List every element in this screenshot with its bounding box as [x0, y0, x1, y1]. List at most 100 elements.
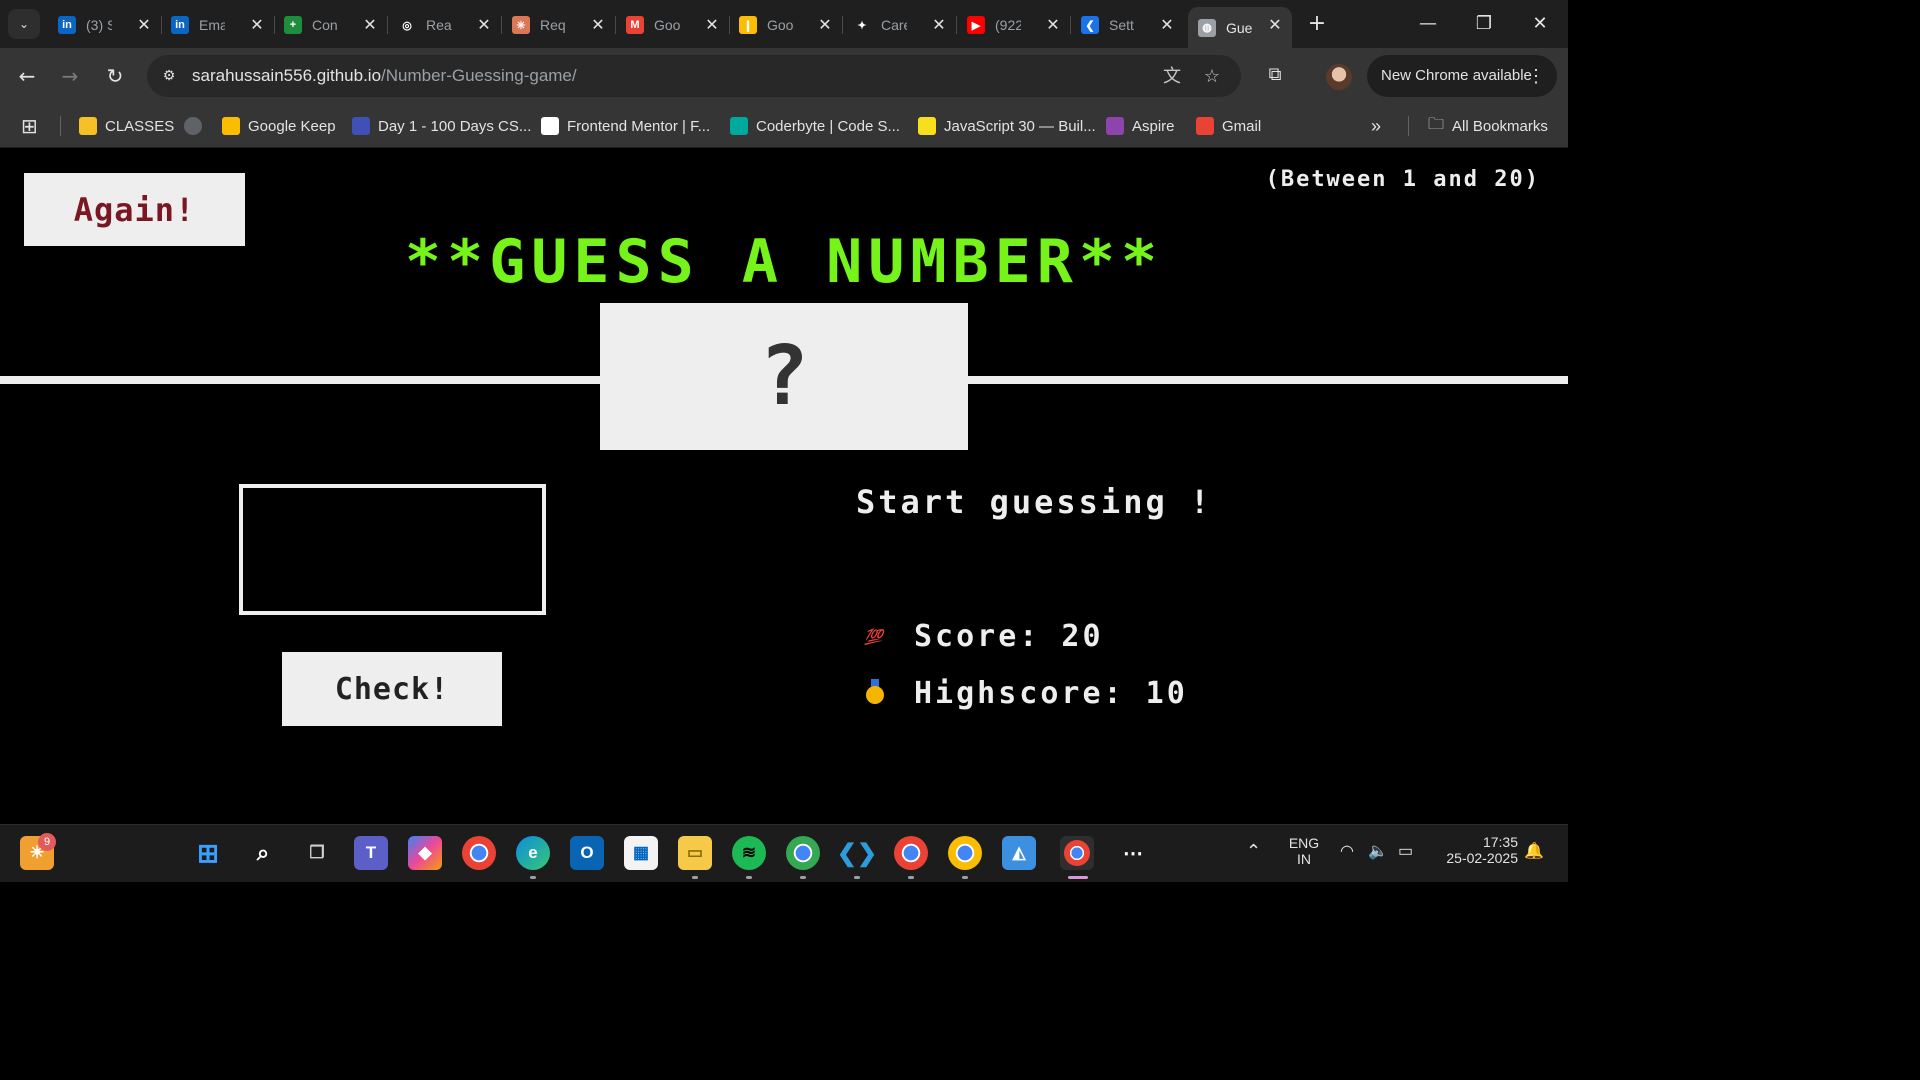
tab[interactable]: in Ema ✕ — [161, 7, 275, 43]
tab-close-icon[interactable]: ✕ — [248, 16, 266, 34]
forward-button[interactable]: → — [54, 60, 86, 92]
chrome-icon[interactable] — [462, 836, 496, 870]
bookmark-item[interactable]: Coderbyte | Code S... — [730, 112, 900, 140]
back-button[interactable]: ← — [11, 60, 43, 92]
edge-icon[interactable]: e — [516, 836, 550, 870]
tab-close-icon[interactable]: ✕ — [589, 16, 607, 34]
tab[interactable]: in (3) S ✕ — [48, 7, 162, 43]
new-tab-button[interactable]: + — [1304, 12, 1330, 38]
tab[interactable]: ✦ Care ✕ — [843, 7, 957, 43]
address-bar[interactable]: ⚙ sarahussain556.github.io/Number-Guessi… — [147, 55, 1241, 97]
notification-icon[interactable]: 🔔 — [1524, 841, 1544, 861]
wifi-icon[interactable]: ◠ — [1340, 841, 1354, 861]
outlook-icon[interactable]: O — [570, 836, 604, 870]
keep-icon — [222, 117, 240, 135]
reload-button[interactable]: ↻ — [99, 60, 131, 92]
task-view-icon[interactable]: ❐ — [300, 836, 334, 870]
tab-close-icon[interactable]: ✕ — [475, 16, 493, 34]
chrome-profile-icon[interactable] — [894, 836, 928, 870]
tab[interactable]: ❮ Sett ✕ — [1071, 7, 1184, 43]
tab-close-icon[interactable]: ✕ — [703, 16, 721, 34]
volume-icon[interactable]: 🔈 — [1368, 841, 1388, 861]
close-icon: ✕ — [1532, 13, 1548, 34]
bookmark-label: JavaScript 30 — Buil... — [944, 117, 1096, 135]
tab-close-icon[interactable]: ✕ — [361, 16, 379, 34]
all-bookmarks-button[interactable]: 🗀 All Bookmarks — [1428, 112, 1548, 140]
apps-grid-icon: ⊞ — [21, 115, 38, 138]
tab-favicon-icon: in — [171, 16, 189, 34]
tab-close-icon[interactable]: ✕ — [816, 16, 834, 34]
site-info-icon[interactable]: ⚙ — [159, 66, 179, 86]
bookmark-item[interactable]: Aspire — [1106, 112, 1175, 140]
tab-close-icon[interactable]: ✕ — [1044, 16, 1062, 34]
tab-strip: ⌄ in (3) S ✕ in Ema ✕ + Con ✕ ◎ Rea ✕ ✳ Req ✕ M Goo ✕ ❙ Goo… — [0, 0, 1568, 48]
score-label: Score: 20 — [914, 619, 1104, 654]
status-message: Start guessing ! — [856, 483, 1213, 521]
vscode-icon[interactable]: ❮❯ — [837, 836, 877, 870]
more-apps-icon[interactable]: ⋯ — [1116, 836, 1150, 870]
chrome-update-button[interactable]: New Chrome available ⋮ — [1367, 55, 1557, 97]
bookmark-item[interactable]: CLASSES — [79, 112, 174, 140]
check-button[interactable]: Check! — [282, 652, 502, 726]
chrome-active-icon[interactable] — [1060, 836, 1094, 870]
photos-icon[interactable]: ◭ — [1002, 836, 1036, 870]
browser-toolbar: ← → ↻ ⚙ sarahussain556.github.io/Number-… — [0, 48, 1568, 104]
bookmark-star-icon[interactable]: ☆ — [1200, 65, 1224, 89]
minimize-button[interactable]: — — [1400, 8, 1456, 40]
tab-close-icon[interactable]: ✕ — [135, 16, 153, 34]
bookmark-item[interactable]: JavaScript 30 — Buil... — [918, 112, 1096, 140]
language-indicator[interactable]: ENG IN — [1282, 835, 1326, 867]
apps-button[interactable]: ⊞ — [21, 112, 38, 140]
tab-favicon-icon: in — [58, 16, 76, 34]
translate-icon[interactable]: 文 — [1160, 65, 1184, 89]
tab[interactable]: ▶ (922 ✕ — [957, 7, 1071, 43]
reload-icon: ↻ — [106, 64, 124, 88]
aspire-icon — [1106, 117, 1124, 135]
bookmark-item[interactable]: Day 1 - 100 Days CS... — [352, 112, 531, 140]
tab[interactable]: ◎ Rea ✕ — [388, 7, 502, 43]
bookmark-label: Frontend Mentor | F... — [567, 117, 711, 135]
tab-close-icon[interactable]: ✕ — [1266, 16, 1284, 34]
tab-favicon-icon: + — [284, 16, 302, 34]
bookmark-item[interactable]: Gmail — [1196, 112, 1261, 140]
bookmark-item[interactable]: Frontend Mentor | F... — [541, 112, 710, 140]
secret-number-box: ? — [600, 303, 968, 450]
more-bookmarks-button[interactable]: » — [1371, 112, 1381, 140]
search-icon[interactable]: ⌕ — [246, 836, 280, 870]
chrome-profile-icon[interactable] — [786, 836, 820, 870]
bookmarks-bar: ⊞ CLASSES Google Keep Day 1 - 100 Days CS.… — [0, 104, 1568, 148]
tab-close-icon[interactable]: ✕ — [930, 16, 948, 34]
running-indicator — [530, 876, 536, 879]
battery-icon[interactable]: ▭ — [1398, 841, 1413, 861]
restore-button[interactable]: ❐ — [1456, 8, 1512, 40]
avatar[interactable] — [1326, 64, 1352, 90]
bookmark-item[interactable]: Google Keep — [222, 112, 336, 140]
tab[interactable]: + Con ✕ — [274, 7, 388, 43]
chrome-profile-icon[interactable] — [948, 836, 982, 870]
all-bookmarks-label: All Bookmarks — [1452, 117, 1548, 135]
tab-title: Rea — [426, 17, 452, 33]
tab-search-button[interactable]: ⌄ — [8, 9, 40, 39]
tab[interactable]: ◍ Gue ✕ — [1188, 7, 1292, 48]
tab-title: (3) S — [86, 17, 112, 33]
copilot-icon[interactable]: ◆ — [408, 836, 442, 870]
tab-favicon-icon: ❮ — [1081, 16, 1099, 34]
url-text[interactable]: sarahussain556.github.io/Number-Guessing… — [192, 66, 577, 86]
clock[interactable]: 17:35 25-02-2025 — [1432, 834, 1518, 866]
extensions-icon[interactable]: ⧉ — [1260, 60, 1290, 90]
start-icon[interactable]: ⊞ — [191, 836, 225, 870]
tab[interactable]: ❙ Goo ✕ — [729, 7, 843, 43]
tab[interactable]: M Goo ✕ — [616, 7, 730, 43]
guess-input[interactable] — [239, 484, 546, 615]
tab[interactable]: ✳ Req ✕ — [502, 7, 616, 43]
tab-close-icon[interactable]: ✕ — [1158, 16, 1176, 34]
chevron-up-icon[interactable]: ⌃ — [1246, 841, 1261, 862]
store-icon[interactable]: ▦ — [624, 836, 658, 870]
bookmark-item[interactable] — [184, 112, 210, 140]
teams-icon[interactable]: T — [354, 836, 388, 870]
taskbar: ☀ 9 ⊞ ⌕ ❐ T ◆ e O ▦ ▭ ≋ ❮❯ ◭ ⋯ ⌃ ENG IN … — [0, 824, 1568, 882]
spotify-icon[interactable]: ≋ — [732, 836, 766, 870]
close-window-button[interactable]: ✕ — [1512, 8, 1568, 40]
file-explorer-icon[interactable]: ▭ — [678, 836, 712, 870]
active-indicator — [1068, 876, 1088, 879]
